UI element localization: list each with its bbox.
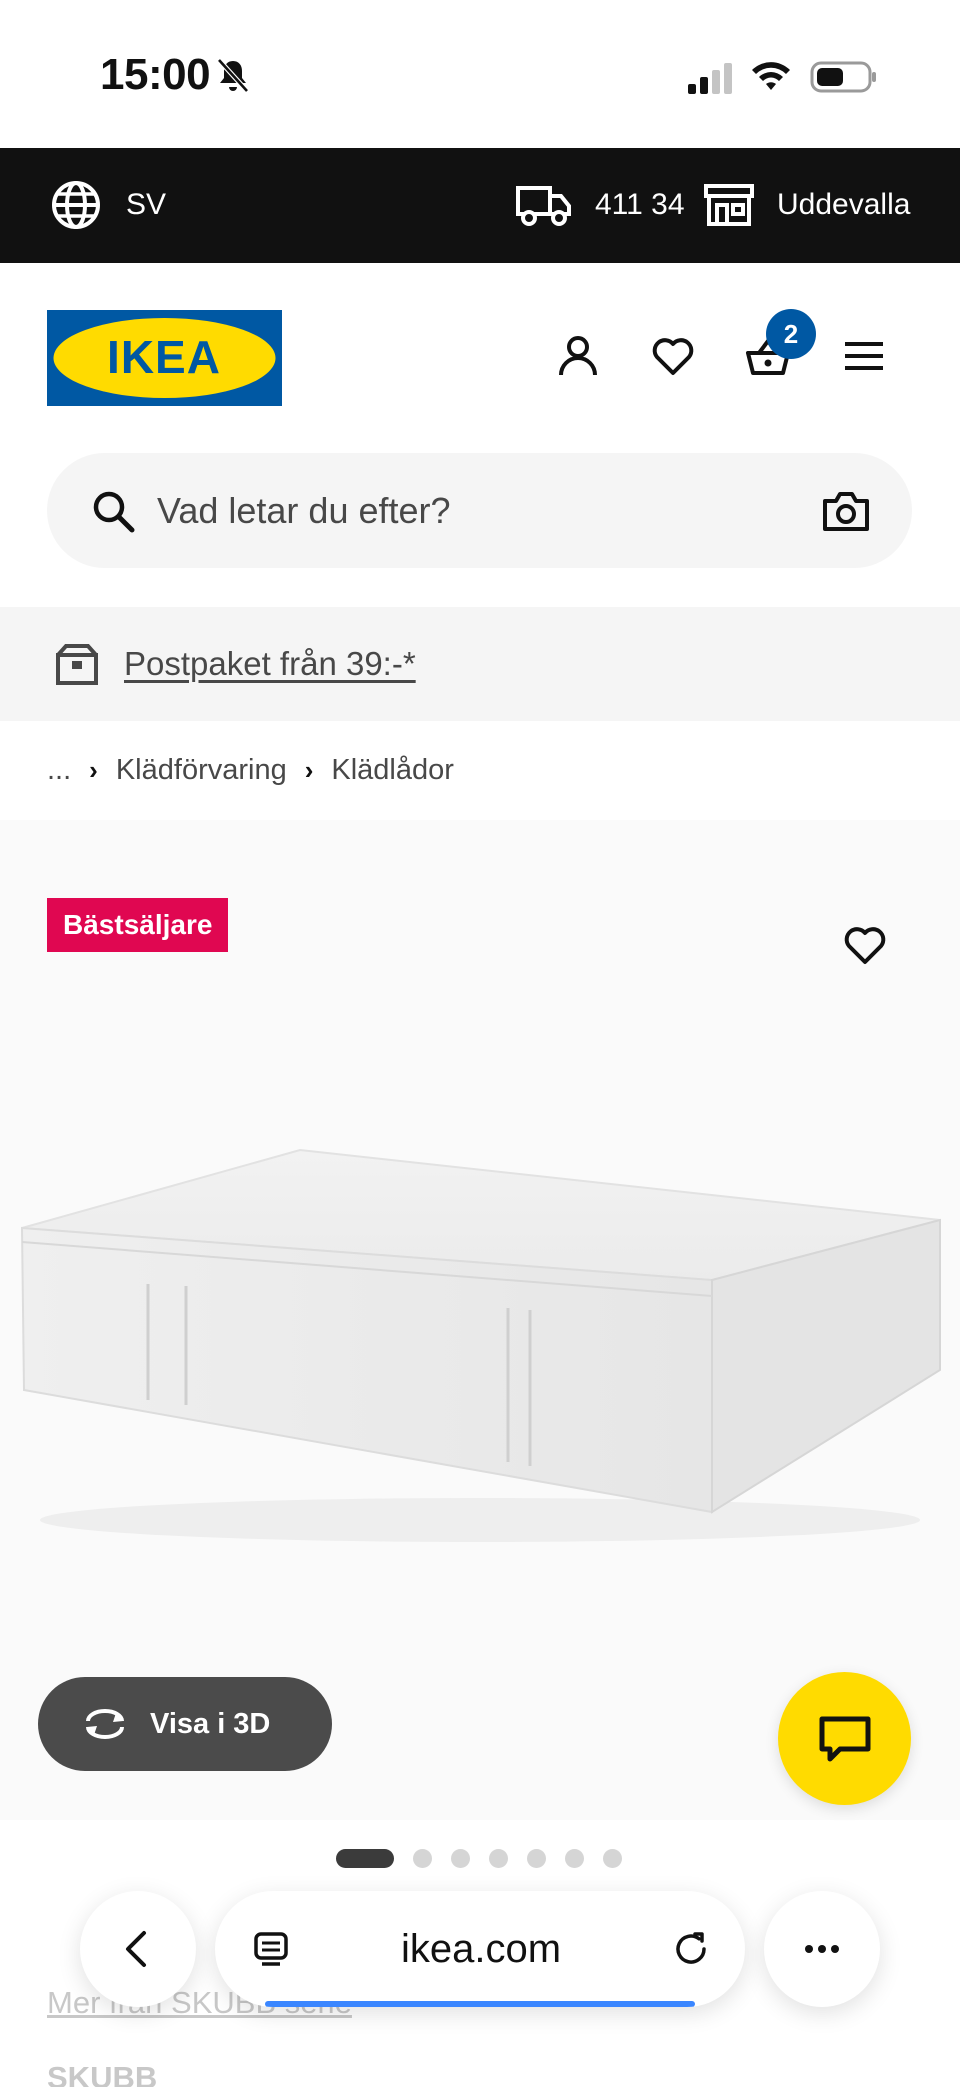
image-carousel-indicator xyxy=(336,1848,622,1868)
chat-button[interactable] xyxy=(778,1672,911,1805)
carousel-dot[interactable] xyxy=(565,1848,584,1868)
top-bar: SV 411 34 Uddevalla xyxy=(0,148,960,263)
promo-banner: Postpaket från 39:-* xyxy=(0,607,960,721)
menu-button[interactable] xyxy=(836,328,892,384)
product-image-storage-case[interactable] xyxy=(0,1100,960,1560)
reload-icon[interactable] xyxy=(671,1929,711,1969)
browser-back-button[interactable] xyxy=(80,1891,196,2007)
globe-icon xyxy=(52,181,100,229)
store-label: Uddevalla xyxy=(777,188,911,221)
language-label: SV xyxy=(126,188,167,221)
battery-icon xyxy=(810,61,876,93)
svg-text:IKEA: IKEA xyxy=(107,331,221,383)
store-icon xyxy=(704,184,754,226)
user-icon xyxy=(559,336,597,376)
carousel-dot[interactable] xyxy=(451,1848,470,1868)
delivery-postcode[interactable]: 411 34 xyxy=(515,178,685,232)
heart-icon xyxy=(844,927,886,964)
language-selector[interactable]: SV xyxy=(50,178,166,232)
rotate-3d-icon xyxy=(86,1709,124,1739)
carousel-dot[interactable] xyxy=(336,1848,394,1868)
add-to-favourites-button[interactable] xyxy=(836,916,894,974)
more-dots-icon xyxy=(805,1945,839,1953)
breadcrumb: ... › Klädförvaring › Klädlådor xyxy=(47,745,454,795)
site-header: IKEA 2 xyxy=(0,263,960,443)
view-in-3d-button[interactable]: Visa i 3D xyxy=(38,1677,332,1771)
parcel-icon xyxy=(56,644,98,685)
bestseller-badge: Bästsäljare xyxy=(47,898,229,952)
postcode-label: 411 34 xyxy=(595,188,685,221)
carousel-dot[interactable] xyxy=(603,1848,622,1868)
url-text[interactable]: ikea.com xyxy=(291,1927,671,1972)
search-input[interactable] xyxy=(157,489,822,532)
favourites-button[interactable] xyxy=(645,328,701,384)
status-time: 15:00 xyxy=(100,50,211,99)
truck-icon xyxy=(516,186,571,226)
chat-bubble-icon xyxy=(819,1716,870,1761)
cart-count-badge: 2 xyxy=(766,309,816,359)
page-load-progress xyxy=(265,2001,695,2007)
chevron-right-icon: › xyxy=(89,754,98,785)
breadcrumb-item[interactable]: Klädlådor xyxy=(331,754,454,787)
carousel-dot[interactable] xyxy=(527,1848,546,1868)
account-button[interactable] xyxy=(550,328,606,384)
view-in-3d-label: Visa i 3D xyxy=(150,1707,271,1740)
reader-tabs-icon[interactable] xyxy=(251,1929,291,1969)
chevron-left-icon xyxy=(126,1931,146,1967)
promo-link[interactable]: Postpaket från 39:-* xyxy=(124,645,416,683)
search-bar[interactable] xyxy=(47,453,912,568)
product-name: SKUBB xyxy=(47,2060,158,2087)
signal-icon xyxy=(688,63,732,94)
status-bar: 15:00 xyxy=(0,0,960,148)
camera-search-icon[interactable] xyxy=(822,489,870,533)
store-selector[interactable]: Uddevalla xyxy=(703,178,910,232)
browser-address-bar[interactable]: ikea.com xyxy=(215,1891,745,2007)
carousel-dot[interactable] xyxy=(413,1848,432,1868)
wifi-icon xyxy=(752,62,790,90)
ikea-logo[interactable]: IKEA xyxy=(47,310,282,406)
breadcrumb-item[interactable]: ... xyxy=(47,754,71,787)
heart-icon xyxy=(652,338,694,375)
chevron-right-icon: › xyxy=(304,754,314,785)
carousel-dot[interactable] xyxy=(489,1848,508,1868)
browser-more-button[interactable] xyxy=(764,1891,880,2007)
bell-muted-icon xyxy=(217,58,249,93)
breadcrumb-item[interactable]: Klädförvaring xyxy=(116,754,287,787)
search-icon xyxy=(93,491,135,532)
hamburger-menu-icon xyxy=(845,342,883,370)
